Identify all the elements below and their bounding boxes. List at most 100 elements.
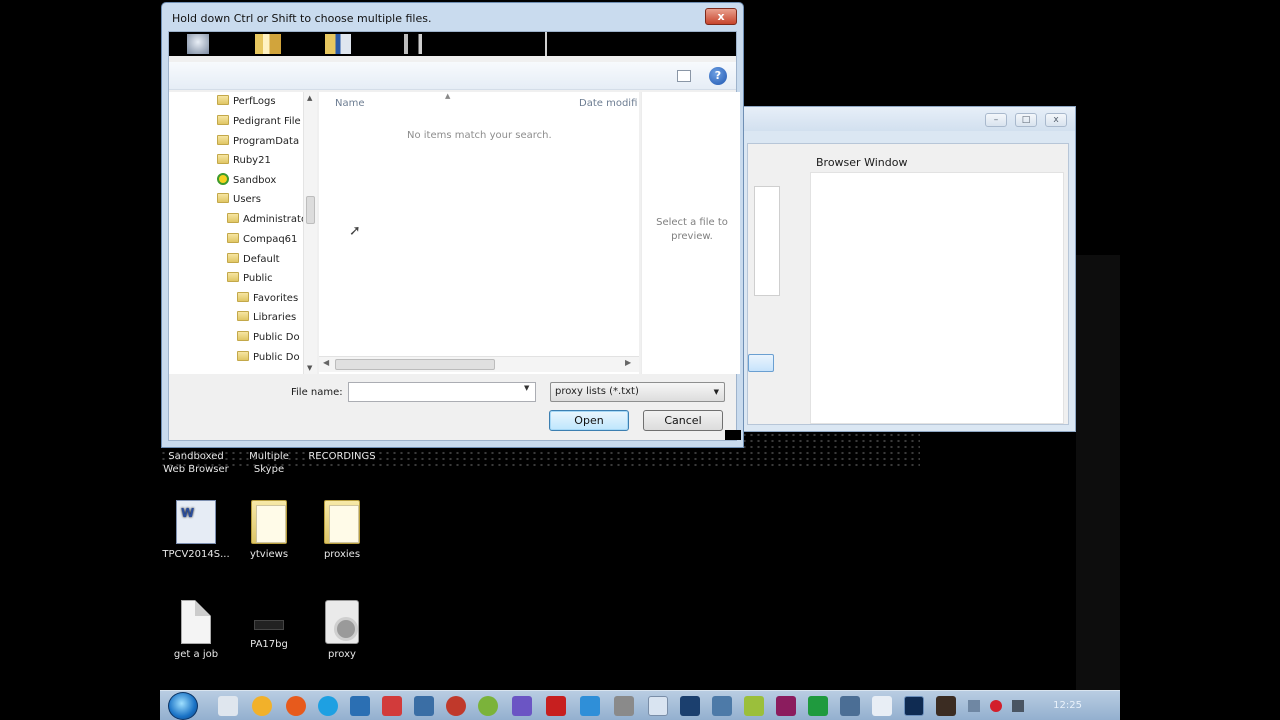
start-button[interactable] — [168, 692, 198, 720]
taskbar-firefox-icon[interactable] — [286, 696, 306, 716]
taskbar-app-icon[interactable] — [382, 696, 402, 716]
desktop-icon-get-a-job[interactable]: get a job — [160, 600, 232, 661]
taskbar-app-icon[interactable] — [712, 696, 732, 716]
tray-arrow-icon[interactable] — [968, 700, 980, 712]
volume-icon[interactable] — [1012, 700, 1024, 712]
taskbar-app-icon[interactable] — [936, 696, 956, 716]
cancel-button[interactable]: Cancel — [643, 410, 723, 431]
file-name-input[interactable] — [348, 382, 536, 402]
file-name-dropdown-icon[interactable]: ▼ — [524, 384, 529, 392]
taskbar-app-icon[interactable] — [252, 696, 272, 716]
desktop-icon-ytviews[interactable]: ytviews — [233, 500, 305, 561]
open-button[interactable]: Open — [549, 410, 629, 431]
resize-grip[interactable] — [725, 430, 741, 440]
address-strip — [169, 32, 736, 56]
documents-icon[interactable] — [325, 34, 351, 54]
nav-item-favorites[interactable]: Favorites — [237, 289, 303, 308]
desktop-icon-label: Skype — [253, 464, 285, 475]
folder-icon — [217, 95, 229, 105]
mouse-cursor-icon: ➚ — [349, 223, 361, 239]
nav-item-compaq61[interactable]: Compaq61 — [227, 230, 303, 249]
nav-item-users[interactable]: Users — [217, 190, 261, 209]
desktop-icon-proxy[interactable]: proxy — [306, 600, 378, 661]
taskbar-app-icon[interactable] — [776, 696, 796, 716]
desktop-icon-label: Sandboxed — [168, 451, 224, 462]
computer-icon[interactable] — [187, 34, 209, 54]
taskbar-app-icon[interactable] — [808, 696, 828, 716]
nav-item-public-downloads[interactable]: Public Do — [237, 348, 303, 367]
taskbar-acrobat-icon[interactable] — [546, 696, 566, 716]
file-type-select[interactable]: proxy lists (*.txt) ▼ — [550, 382, 725, 402]
horizontal-scroll-thumb[interactable] — [335, 359, 495, 370]
minimize-button[interactable]: – — [985, 113, 1007, 127]
file-list-horizontal-scrollbar[interactable]: ◀ ▶ — [319, 356, 639, 372]
folder-icon — [217, 154, 229, 164]
background-list-box[interactable] — [754, 186, 780, 296]
maximize-button[interactable]: □ — [1015, 113, 1037, 127]
folder-icon — [237, 311, 249, 321]
nav-item-public-documents[interactable]: Public Do — [237, 328, 303, 347]
help-icon[interactable]: ? — [709, 67, 727, 85]
desktop-icon-multiple-skype[interactable]: Multiple Skype — [233, 450, 305, 476]
taskbar-app-icon[interactable] — [446, 696, 466, 716]
libraries-icon[interactable] — [255, 34, 281, 54]
taskbar-app-icon[interactable] — [512, 696, 532, 716]
taskbar-app-icon[interactable] — [680, 696, 700, 716]
dialog-close-button[interactable]: x — [705, 8, 737, 25]
taskbar-skype-icon[interactable] — [318, 696, 338, 716]
background-app-window[interactable]: – □ x Browser Window — [740, 106, 1076, 432]
nav-item-pedigrant-file[interactable]: Pedigrant File — [217, 112, 301, 131]
clock[interactable]: 12:25 — [1053, 700, 1082, 711]
taskbar-app-icon[interactable] — [580, 696, 600, 716]
navigation-scrollbar[interactable]: ▲ ▼ — [303, 92, 317, 374]
taskbar-explorer-icon[interactable] — [218, 696, 238, 716]
desktop-icon-label: TPCV2014S... — [162, 549, 230, 560]
nav-item-ruby21[interactable]: Ruby21 — [217, 151, 271, 170]
taskbar-app-icon[interactable] — [350, 696, 370, 716]
desktop-icon-proxies[interactable]: proxies — [306, 500, 378, 561]
folder-icon — [237, 292, 249, 302]
music-icon[interactable] — [397, 34, 433, 54]
nav-item-programdata[interactable]: ProgramData — [217, 132, 299, 151]
nav-item-libraries[interactable]: Libraries — [237, 308, 303, 327]
nav-item-perflogs[interactable]: PerfLogs — [217, 92, 276, 111]
settings-file-icon — [325, 600, 359, 644]
scroll-up-arrow-icon[interactable]: ▲ — [307, 94, 312, 102]
desktop-icon-label: Multiple — [249, 451, 289, 462]
tray-app-icon[interactable] — [990, 700, 1002, 712]
column-header-name[interactable]: Name — [335, 98, 365, 109]
nav-item-administrator[interactable]: Administrator — [227, 210, 303, 229]
desktop-icon-pa17bg[interactable]: PA17bg — [233, 600, 305, 651]
open-file-dialog[interactable]: Hold down Ctrl or Shift to choose multip… — [161, 2, 744, 448]
desktop-icon-tpcv-document[interactable]: TPCV2014S... — [160, 500, 232, 561]
background-action-button[interactable] — [748, 354, 774, 372]
browser-window-area[interactable] — [810, 172, 1064, 424]
desktop: – □ x Browser Window Sandboxed Web Brows… — [0, 0, 1280, 720]
navigation-pane[interactable]: PerfLogs Pedigrant File ProgramData Ruby… — [169, 92, 317, 374]
taskbar-app-icon[interactable] — [744, 696, 764, 716]
scroll-down-arrow-icon[interactable]: ▼ — [307, 364, 312, 372]
word-document-icon — [176, 500, 216, 544]
column-header-date-modified[interactable]: Date modifi — [579, 98, 637, 109]
navigation-scroll-thumb[interactable] — [306, 196, 315, 224]
nav-item-label: Pedigrant File — [233, 116, 301, 127]
taskbar-app-icon[interactable] — [904, 696, 924, 716]
scroll-right-arrow-icon[interactable]: ▶ — [625, 358, 631, 367]
taskbar-app-icon[interactable] — [648, 696, 668, 716]
close-button[interactable]: x — [1045, 113, 1067, 127]
file-list[interactable]: ▲ Name Date modifi No items match your s… — [319, 92, 639, 374]
preview-pane-icon[interactable] — [677, 70, 691, 82]
nav-item-label: Compaq61 — [243, 234, 298, 245]
taskbar-app-icon[interactable] — [614, 696, 634, 716]
desktop-icon-recordings[interactable]: RECORDINGS — [306, 450, 378, 463]
desktop-shadow-region — [1076, 255, 1120, 690]
desktop-icon-sandboxed-web-browser[interactable]: Sandboxed Web Browser — [160, 450, 232, 476]
nav-item-default[interactable]: Default — [227, 250, 303, 269]
taskbar-app-icon[interactable] — [872, 696, 892, 716]
taskbar-app-icon[interactable] — [840, 696, 860, 716]
nav-item-public[interactable]: Public — [227, 269, 303, 288]
nav-item-sandbox[interactable]: Sandbox — [217, 171, 276, 190]
taskbar-app-icon[interactable] — [478, 696, 498, 716]
scroll-left-arrow-icon[interactable]: ◀ — [323, 358, 329, 367]
taskbar-app-icon[interactable] — [414, 696, 434, 716]
